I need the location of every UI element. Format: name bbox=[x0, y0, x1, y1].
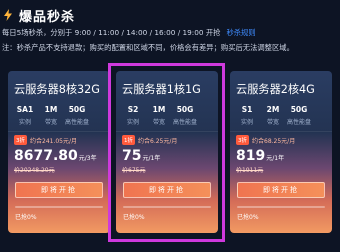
buy-button[interactable]: 即将开抢 bbox=[237, 182, 325, 198]
original-price: 价20248.20元 bbox=[14, 167, 55, 174]
buy-button[interactable]: 即将开抢 bbox=[123, 182, 211, 198]
spec-value: 50G bbox=[176, 105, 194, 114]
spec-label: 带宽 bbox=[266, 119, 279, 126]
spec-label: 高性能盘 bbox=[64, 119, 89, 126]
sold-text: 已抢0% bbox=[15, 214, 37, 221]
product-card: 云服务器1核1G S2 实例 1M 带宽 50G 高性能盘 1折 约合6.25元… bbox=[116, 71, 218, 233]
monthly-price: 约合68.25元/月 bbox=[252, 137, 296, 145]
rules-link[interactable]: 秒杀规则 bbox=[226, 28, 255, 37]
section-title: 爆品秒杀 bbox=[2, 6, 76, 25]
sold-progress-bar bbox=[15, 206, 103, 208]
spec-label: 实例 bbox=[126, 119, 139, 126]
spec-value: 2M bbox=[266, 105, 280, 114]
price-unit: 元/1年 bbox=[142, 155, 161, 162]
spec-label: 带宽 bbox=[152, 119, 165, 126]
original-price: 价675元 bbox=[122, 167, 146, 174]
discount-badge: 3折 bbox=[236, 135, 249, 145]
schedule-line: 每日5场秒杀，分别于 9:00 / 11:00 / 14:00 / 16:00 … bbox=[2, 28, 256, 38]
price: 8677.80元/3年 bbox=[14, 145, 97, 164]
spec-list: S1 实例 2M 带宽 50G 高性能盘 bbox=[234, 105, 312, 126]
price: 819元/1年 bbox=[236, 145, 284, 164]
spec-label: 高性能盘 bbox=[286, 119, 311, 126]
price-unit: 元/1年 bbox=[266, 155, 285, 162]
schedule-text: 每日5场秒杀，分别于 9:00 / 11:00 / 14:00 / 16:00 … bbox=[2, 28, 221, 37]
spec-value: S2 bbox=[127, 105, 139, 114]
spec-disk: 50G 高性能盘 bbox=[172, 105, 198, 126]
product-name: 云服务器8核32G bbox=[14, 83, 100, 96]
sold-progress-bar bbox=[123, 206, 211, 208]
discount-badge: 1折 bbox=[122, 135, 135, 145]
sold-text: 已抢0% bbox=[123, 214, 145, 221]
spec-instance: S2 实例 bbox=[120, 105, 146, 126]
product-card: 云服务器8核32G SA1 实例 1M 带宽 50G 高性能盘 3折 约合241… bbox=[8, 71, 110, 233]
divider bbox=[116, 131, 218, 132]
original-price: 价1911元 bbox=[236, 167, 264, 174]
product-name: 云服务器2核4G bbox=[236, 83, 315, 96]
spec-value: 1M bbox=[152, 105, 166, 114]
spec-list: SA1 实例 1M 带宽 50G 高性能盘 bbox=[12, 105, 90, 126]
spec-label: 高性能盘 bbox=[172, 119, 197, 126]
spec-disk: 50G 高性能盘 bbox=[64, 105, 90, 126]
product-card: 云服务器2核4G S1 实例 2M 带宽 50G 高性能盘 3折 约合68.25… bbox=[230, 71, 332, 233]
note-text: 注：秒杀产品不支持退款；购买的配置和区域不同，价格会有差异；购买后无法调整区域。 bbox=[2, 43, 294, 52]
lightning-icon bbox=[4, 9, 12, 21]
spec-value: 1M bbox=[44, 105, 58, 114]
discount-badge: 3折 bbox=[14, 135, 27, 145]
price-value: 819 bbox=[236, 148, 266, 164]
buy-button[interactable]: 即将开抢 bbox=[15, 182, 103, 198]
spec-label: 实例 bbox=[18, 119, 31, 126]
price: 75元/1年 bbox=[122, 145, 160, 164]
spec-list: S2 实例 1M 带宽 50G 高性能盘 bbox=[120, 105, 198, 126]
divider bbox=[8, 131, 110, 132]
spec-label: 带宽 bbox=[44, 119, 57, 126]
flash-sale-header: 爆品秒杀 每日5场秒杀，分别于 9:00 / 11:00 / 14:00 / 1… bbox=[0, 0, 340, 60]
price-value: 75 bbox=[122, 148, 142, 164]
spec-value: 50G bbox=[68, 105, 86, 114]
sold-progress-bar bbox=[237, 206, 325, 208]
spec-bandwidth: 1M 带宽 bbox=[38, 105, 64, 126]
promo-line: 1折 约合6.25元/月 bbox=[122, 135, 177, 145]
price-unit: 元/3年 bbox=[78, 155, 97, 162]
sold-text: 已抢0% bbox=[237, 214, 259, 221]
spec-disk: 50G 高性能盘 bbox=[286, 105, 312, 126]
spec-bandwidth: 2M 带宽 bbox=[260, 105, 286, 126]
spec-value: 50G bbox=[290, 105, 308, 114]
spec-value: S1 bbox=[241, 105, 253, 114]
promo-line: 3折 约合68.25元/月 bbox=[236, 135, 295, 145]
page-title: 爆品秒杀 bbox=[19, 9, 76, 25]
spec-bandwidth: 1M 带宽 bbox=[146, 105, 172, 126]
spec-instance: SA1 实例 bbox=[12, 105, 38, 126]
product-name: 云服务器1核1G bbox=[122, 83, 201, 96]
monthly-price: 约合241.05元/月 bbox=[30, 137, 78, 145]
promo-line: 3折 约合241.05元/月 bbox=[14, 135, 77, 145]
price-value: 8677.80 bbox=[14, 148, 78, 164]
spec-label: 实例 bbox=[240, 119, 253, 126]
spec-instance: S1 实例 bbox=[234, 105, 260, 126]
divider bbox=[230, 131, 332, 132]
spec-value: SA1 bbox=[16, 105, 34, 114]
monthly-price: 约合6.25元/月 bbox=[138, 137, 178, 145]
